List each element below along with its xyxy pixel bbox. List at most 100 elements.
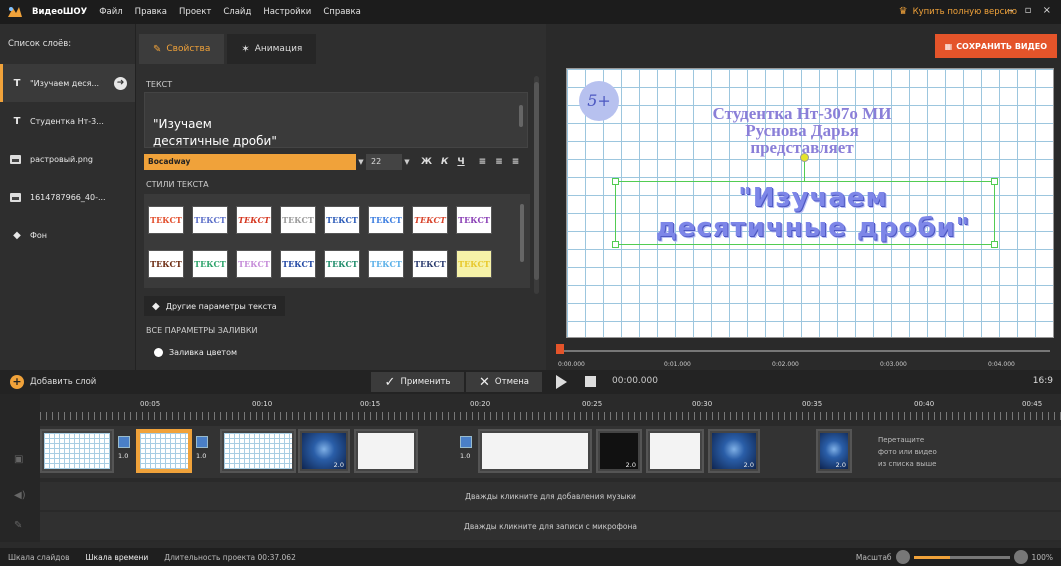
slide-thumbnail[interactable]: 2.0 xyxy=(816,429,852,473)
transition[interactable]: 1.0 xyxy=(118,436,132,464)
slide-thumbnail-selected[interactable] xyxy=(136,429,192,473)
music-track[interactable]: Дважды кликните для добавления музыки xyxy=(40,482,1061,510)
menu-slide[interactable]: Слайд xyxy=(223,7,251,17)
rotation-handle[interactable] xyxy=(800,153,809,162)
layer-item-title-text[interactable]: T "Изучаем деся... ➜ xyxy=(0,64,135,102)
transition[interactable]: 1.0 xyxy=(196,436,210,464)
text-style-swatch[interactable]: ТЕКСТ xyxy=(192,250,228,278)
text-input[interactable]: "Изучаем десятичные дроби" xyxy=(144,92,528,148)
slide-image xyxy=(44,433,110,469)
text-style-swatch[interactable]: ТЕКСТ xyxy=(280,250,316,278)
slide-thumbnail[interactable] xyxy=(478,429,592,473)
text-scrollbar[interactable] xyxy=(519,105,523,127)
fill-color-radio[interactable]: Заливка цветом xyxy=(154,348,237,357)
slide-thumbnail[interactable] xyxy=(646,429,704,473)
styles-section-title: СТИЛИ ТЕКСТА xyxy=(146,180,209,189)
align-left-icon[interactable]: ≡ xyxy=(479,157,487,167)
bold-button[interactable]: Ж xyxy=(421,157,432,167)
drop-hint-line: Перетащите xyxy=(878,436,925,444)
scrollbar-thumb[interactable] xyxy=(534,82,539,280)
layer-item-raster-png[interactable]: растровый.png xyxy=(0,140,135,178)
text-style-swatch[interactable]: ТЕКСТ xyxy=(148,206,184,234)
zoom-out-icon[interactable] xyxy=(895,550,910,564)
timeline-ruler[interactable]: 00:05 00:10 00:15 00:20 00:25 00:30 00:3… xyxy=(40,400,1061,422)
menu-file[interactable]: Файл xyxy=(99,7,122,17)
playhead[interactable] xyxy=(556,344,564,354)
slide-thumbnail[interactable] xyxy=(220,429,296,473)
stop-icon[interactable] xyxy=(585,376,596,387)
text-style-swatch[interactable]: ТЕКСТ xyxy=(236,250,272,278)
tab-slide-scale[interactable]: Шкала слайдов xyxy=(8,553,70,562)
text-style-swatch[interactable]: ТЕКСТ xyxy=(368,250,404,278)
text-style-swatch[interactable]: ТЕКСТ xyxy=(324,206,360,234)
text-style-swatch[interactable]: ТЕКСТ xyxy=(456,206,492,234)
text-style-swatch[interactable]: ТЕКСТ xyxy=(280,206,316,234)
font-select[interactable]: Bocadway xyxy=(144,154,356,170)
italic-button[interactable]: К xyxy=(441,157,448,167)
buy-full-version-link[interactable]: ♛ Купить полную версию xyxy=(899,6,1017,17)
more-text-params-button[interactable]: ◆ Другие параметры текста xyxy=(144,296,285,316)
check-icon: ✓ xyxy=(384,374,396,390)
add-layer-button[interactable]: + Добавить слой xyxy=(10,374,96,390)
zoom-in-icon[interactable] xyxy=(1013,550,1028,564)
font-size-select[interactable]: 22 xyxy=(366,154,402,170)
slide-thumbnail[interactable]: 2.0 xyxy=(298,429,350,473)
layer-label: растровый.png xyxy=(30,154,94,164)
slide-thumbnail[interactable]: 2.0 xyxy=(596,429,642,473)
preview-ruler[interactable]: 0:00.000 0:01.000 0:02.000 0:03.000 0:04… xyxy=(556,344,1056,368)
slide-thumbnail[interactable] xyxy=(354,429,418,473)
styles-scrollbar[interactable] xyxy=(520,204,524,262)
cancel-button[interactable]: ✕ Отмена xyxy=(466,372,542,392)
zoom-slider[interactable] xyxy=(913,555,1010,559)
save-video-button[interactable]: ▦ СОХРАНИТЬ ВИДЕО xyxy=(934,34,1057,58)
slide-image xyxy=(140,433,188,469)
plus-icon: + xyxy=(10,375,24,389)
slide-thumbnail[interactable] xyxy=(40,429,114,473)
tab-time-scale[interactable]: Шкала времени xyxy=(86,553,149,562)
slide-canvas[interactable]: 5+ Студентка Нт-307о МИ Руснова Дарья пр… xyxy=(566,68,1054,338)
arrow-right-icon[interactable]: ➜ xyxy=(114,76,127,90)
text-style-swatch[interactable]: ТЕКСТ xyxy=(456,250,492,278)
menu-project[interactable]: Проект xyxy=(179,7,211,17)
text-style-swatch[interactable]: ТЕКСТ xyxy=(192,206,228,234)
apply-button[interactable]: ✓ Применить xyxy=(371,372,464,392)
transition-duration: 1.0 xyxy=(196,452,207,460)
text-style-swatch[interactable]: ТЕКСТ xyxy=(368,206,404,234)
layer-item-photo[interactable]: 1614787966_40-... xyxy=(0,178,135,216)
properties-scrollbar[interactable] xyxy=(534,76,539,294)
image-icon xyxy=(10,192,21,202)
text-style-swatch[interactable]: ТЕКСТ xyxy=(236,206,272,234)
text-style-swatch[interactable]: ТЕКСТ xyxy=(148,250,184,278)
underline-button[interactable]: Ч xyxy=(457,157,464,167)
tab-animation[interactable]: ✶ Анимация xyxy=(227,34,317,64)
app-logo-icon xyxy=(6,5,24,19)
menu-edit[interactable]: Правка xyxy=(135,7,167,17)
align-center-icon[interactable]: ≡ xyxy=(495,157,503,167)
layers-header: Список слоёв: xyxy=(8,39,72,49)
microphone-track[interactable]: Дважды кликните для записи с микрофона xyxy=(40,512,1061,540)
chevron-down-icon[interactable]: ▼ xyxy=(402,158,412,166)
more-text-params-label: Другие параметры текста xyxy=(165,301,277,311)
slide-subtitle[interactable]: Студентка Нт-307о МИ Руснова Дарья предс… xyxy=(607,105,997,156)
slide-line-2: Руснова Дарья xyxy=(745,121,859,140)
text-style-swatch[interactable]: ТЕКСТ xyxy=(412,250,448,278)
crown-icon: ♛ xyxy=(898,6,908,17)
transition[interactable]: 1.0 xyxy=(460,436,474,464)
align-right-icon[interactable]: ≡ xyxy=(512,157,520,167)
tab-properties[interactable]: ✎ Свойства xyxy=(139,34,225,64)
text-style-swatch[interactable]: ТЕКСТ xyxy=(412,206,448,234)
play-icon[interactable] xyxy=(556,375,567,389)
window-controls[interactable]: – ▫ × xyxy=(1008,5,1055,16)
chevron-down-icon[interactable]: ▼ xyxy=(356,158,366,166)
text-style-swatch[interactable]: ТЕКСТ xyxy=(324,250,360,278)
aspect-ratio[interactable]: 16:9 xyxy=(1033,376,1053,386)
slide-thumbnail[interactable]: 2.0 xyxy=(708,429,760,473)
menu-settings[interactable]: Настройки xyxy=(263,7,311,17)
menu-bar: ВидеоШОУ Файл Правка Проект Слайд Настро… xyxy=(0,0,1061,24)
menu-help[interactable]: Справка xyxy=(323,7,360,17)
fill-bucket-icon: ◆ xyxy=(152,300,160,312)
text-section-title: ТЕКСТ xyxy=(146,80,173,89)
layer-item-student-text[interactable]: T Студентка Нт-3... xyxy=(0,102,135,140)
ruler-tick: 0:00.000 xyxy=(558,361,585,368)
layer-item-background[interactable]: ◆ Фон xyxy=(0,216,135,254)
